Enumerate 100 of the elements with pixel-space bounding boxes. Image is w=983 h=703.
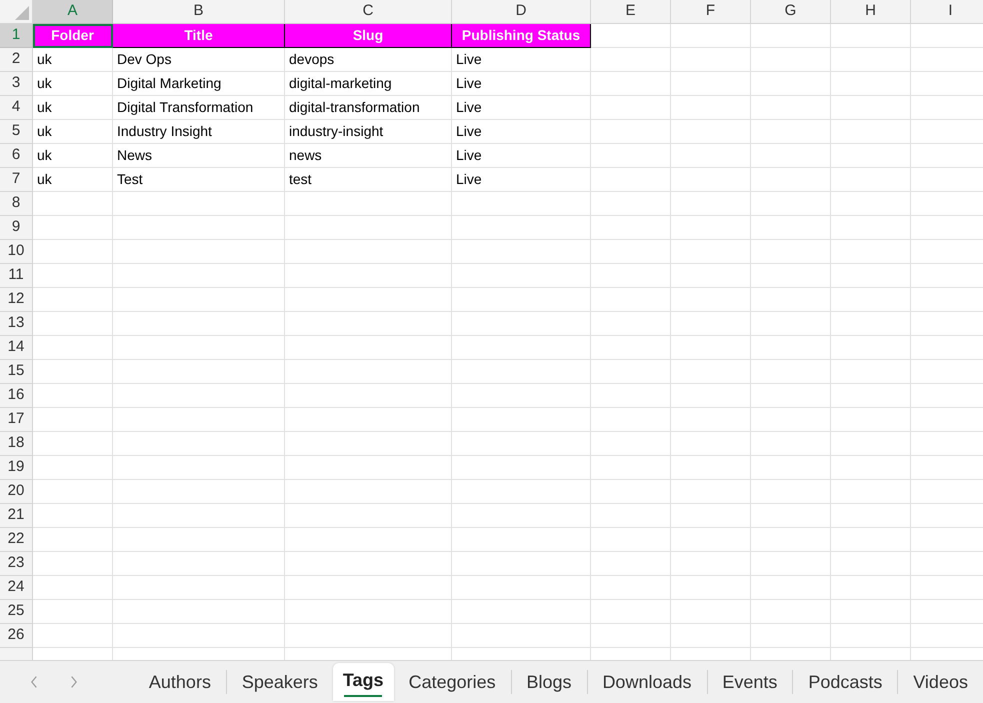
table-cell[interactable] — [452, 360, 591, 384]
table-cell[interactable] — [33, 408, 113, 432]
table-cell[interactable] — [452, 192, 591, 216]
table-cell[interactable] — [751, 192, 831, 216]
table-cell[interactable]: Live — [452, 48, 591, 72]
table-cell[interactable] — [831, 312, 911, 336]
table-cell[interactable] — [591, 576, 671, 600]
table-cell[interactable] — [671, 384, 751, 408]
table-cell[interactable] — [671, 48, 751, 72]
table-cell[interactable] — [751, 432, 831, 456]
table-cell[interactable]: digital-marketing — [285, 72, 452, 96]
table-cell[interactable] — [113, 528, 285, 552]
table-cell[interactable]: Test — [113, 168, 285, 192]
table-cell[interactable] — [452, 624, 591, 648]
sheet-tab[interactable]: Speakers — [226, 664, 333, 700]
table-cell[interactable] — [831, 528, 911, 552]
select-all-icon[interactable] — [15, 6, 29, 20]
table-cell[interactable] — [285, 264, 452, 288]
table-cell[interactable] — [33, 432, 113, 456]
row-header[interactable]: 10 — [0, 240, 33, 264]
table-cell[interactable] — [33, 312, 113, 336]
table-cell[interactable] — [831, 504, 911, 528]
table-cell[interactable] — [831, 456, 911, 480]
table-cell[interactable] — [671, 264, 751, 288]
row-header[interactable] — [0, 648, 33, 660]
table-cell[interactable] — [113, 384, 285, 408]
table-cell[interactable] — [591, 216, 671, 240]
table-cell[interactable] — [751, 384, 831, 408]
row-header[interactable]: 16 — [0, 384, 33, 408]
table-cell[interactable]: Digital Marketing — [113, 72, 285, 96]
table-cell[interactable] — [831, 600, 911, 624]
sheet-tab[interactable]: Events — [707, 664, 792, 700]
table-cell[interactable] — [751, 528, 831, 552]
table-cell[interactable] — [285, 408, 452, 432]
table-cell[interactable] — [671, 168, 751, 192]
row-header[interactable]: 18 — [0, 432, 33, 456]
table-cell[interactable] — [285, 456, 452, 480]
table-cell[interactable] — [452, 504, 591, 528]
table-cell[interactable] — [751, 576, 831, 600]
table-cell[interactable] — [671, 192, 751, 216]
chevron-right-icon[interactable] — [68, 675, 78, 689]
table-cell[interactable] — [831, 336, 911, 360]
row-header[interactable]: 8 — [0, 192, 33, 216]
table-cell[interactable] — [113, 216, 285, 240]
table-cell[interactable] — [591, 120, 671, 144]
table-cell[interactable] — [591, 552, 671, 576]
table-cell[interactable] — [671, 216, 751, 240]
table-cell[interactable] — [591, 144, 671, 168]
sheet-tab[interactable]: Authors — [134, 664, 226, 700]
table-cell[interactable] — [831, 48, 911, 72]
table-cell[interactable] — [33, 552, 113, 576]
table-cell[interactable] — [831, 168, 911, 192]
row-header[interactable]: 5 — [0, 120, 33, 144]
table-cell[interactable] — [831, 192, 911, 216]
table-cell[interactable]: Live — [452, 144, 591, 168]
table-cell[interactable] — [831, 288, 911, 312]
table-cell[interactable] — [452, 336, 591, 360]
row-header[interactable]: 6 — [0, 144, 33, 168]
table-cell[interactable] — [671, 456, 751, 480]
table-cell[interactable] — [285, 552, 452, 576]
table-cell[interactable] — [33, 600, 113, 624]
table-cell[interactable] — [591, 312, 671, 336]
table-cell[interactable] — [33, 504, 113, 528]
table-cell[interactable] — [113, 552, 285, 576]
table-cell[interactable] — [751, 120, 831, 144]
table-cell[interactable] — [751, 288, 831, 312]
table-cell[interactable] — [452, 288, 591, 312]
table-cell[interactable] — [285, 600, 452, 624]
table-cell[interactable] — [751, 240, 831, 264]
table-cell[interactable] — [831, 72, 911, 96]
table-cell[interactable] — [591, 600, 671, 624]
table-cell[interactable] — [113, 336, 285, 360]
row-header[interactable]: 13 — [0, 312, 33, 336]
table-cell[interactable] — [671, 24, 751, 48]
table-cell[interactable] — [452, 384, 591, 408]
table-cell[interactable] — [113, 192, 285, 216]
table-cell[interactable] — [831, 408, 911, 432]
row-header[interactable]: 15 — [0, 360, 33, 384]
table-cell[interactable] — [591, 168, 671, 192]
table-cell[interactable] — [671, 312, 751, 336]
row-header[interactable]: 25 — [0, 600, 33, 624]
sheet-tab[interactable]: Podcasts — [793, 664, 898, 700]
table-cell[interactable] — [751, 48, 831, 72]
table-cell[interactable] — [591, 336, 671, 360]
table-cell[interactable] — [285, 528, 452, 552]
table-cell[interactable] — [671, 96, 751, 120]
table-cell[interactable]: uk — [33, 96, 113, 120]
table-cell[interactable] — [751, 168, 831, 192]
table-cell[interactable] — [751, 96, 831, 120]
table-cell[interactable] — [285, 432, 452, 456]
table-cell[interactable] — [831, 24, 911, 48]
table-cell[interactable] — [591, 264, 671, 288]
table-cell[interactable] — [452, 264, 591, 288]
table-cell[interactable] — [751, 480, 831, 504]
column-header[interactable]: C — [285, 0, 452, 24]
table-cell[interactable] — [591, 72, 671, 96]
table-cell[interactable] — [285, 504, 452, 528]
row-header[interactable]: 7 — [0, 168, 33, 192]
row-header[interactable]: 26 — [0, 624, 33, 648]
table-cell[interactable] — [671, 432, 751, 456]
